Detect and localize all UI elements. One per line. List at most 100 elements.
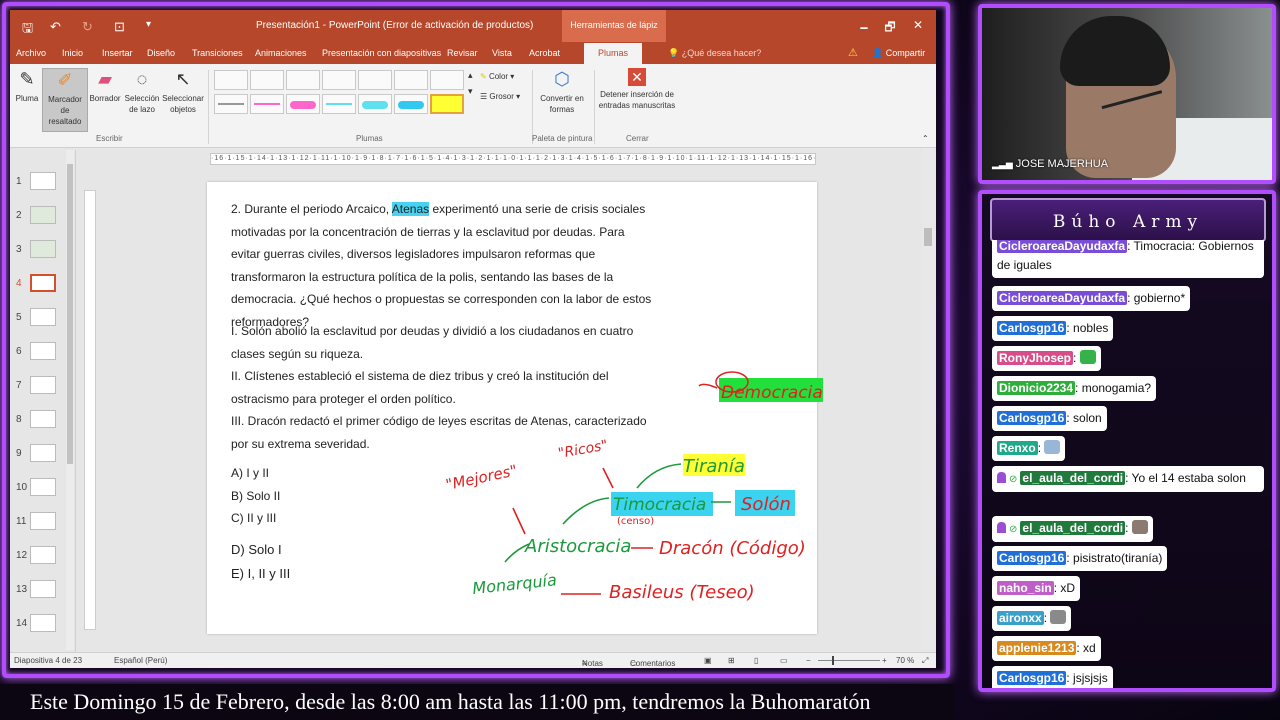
tab-animaciones[interactable]: Animaciones <box>255 48 307 58</box>
collapse-ribbon-icon[interactable]: ⌃ <box>922 134 929 143</box>
editor-scrollbar[interactable] <box>922 148 934 650</box>
pen-swatch[interactable] <box>358 70 392 90</box>
tab-presentacion[interactable]: Presentación con diapositivas <box>322 48 441 58</box>
scroll-thumb[interactable] <box>67 164 73 464</box>
share-button[interactable]: 👤 Compartir <box>872 48 925 59</box>
statement-item: I. Solón abolió la esclavitud por deudas… <box>231 324 634 361</box>
pen-swatch-selected[interactable] <box>430 94 464 114</box>
fit-slide-icon[interactable]: ⤢ <box>922 656 928 666</box>
warning-icon[interactable]: ⚠ <box>848 46 858 59</box>
slide-thumbnail[interactable]: 7 <box>16 376 70 400</box>
webcam-frame: ▂▃▅ JOSE MAJERHUA <box>978 4 1276 184</box>
chat-message: Dionicio2234: monogamia? <box>992 376 1157 401</box>
gallery-scroll-icon[interactable]: ▾ <box>468 86 473 97</box>
language-status[interactable]: Español (Perú) <box>114 656 167 665</box>
normal-view-icon[interactable]: ▣ <box>704 656 712 665</box>
slide-canvas[interactable]: 2. Durante el periodo Arcaico, Atenas ex… <box>207 182 817 634</box>
convert-shapes-button[interactable]: ⬡ Convertir en formas <box>538 68 586 132</box>
sorter-view-icon[interactable]: ⊞ <box>728 656 735 665</box>
lasso-icon: ◌ <box>136 69 148 89</box>
thumb-preview <box>30 512 56 530</box>
chat-text: : <box>1043 611 1051 625</box>
slide-thumbnail[interactable]: 3 <box>16 240 70 264</box>
pen-button[interactable]: ✎ Pluma <box>12 68 42 132</box>
tab-transiciones[interactable]: Transiciones <box>192 48 243 58</box>
slide-thumbnail[interactable]: 2 <box>16 206 70 230</box>
tab-plumas[interactable]: Plumas <box>584 43 643 64</box>
slide-thumbnail[interactable]: 5 <box>16 308 70 332</box>
pen-swatch[interactable] <box>250 94 284 114</box>
scroll-thumb[interactable] <box>924 228 932 246</box>
emote-icon <box>1050 610 1067 624</box>
pen-swatch[interactable] <box>430 70 464 90</box>
chat-text: : Yo el 14 estaba solon <box>1125 471 1246 485</box>
tab-revisar[interactable]: Revisar <box>447 48 478 58</box>
slideshow-view-icon[interactable]: ▭ <box>780 656 788 665</box>
save-icon[interactable]: 🖫 <box>22 19 33 41</box>
thickness-dropdown[interactable]: ☰ Grosor ▾ <box>480 92 520 101</box>
undo-icon[interactable]: ↶ <box>50 19 61 35</box>
gallery-scroll-icon[interactable]: ▴ <box>468 70 473 81</box>
highlighter-button[interactable]: ✐ Marcador de resaltado <box>42 68 88 132</box>
close-button[interactable]: ✕ <box>908 18 928 32</box>
redo-icon[interactable]: ↻ <box>82 19 93 35</box>
chat-text: : xd <box>1076 641 1096 655</box>
pen-swatch[interactable] <box>322 70 356 90</box>
pen-swatch[interactable] <box>214 94 248 114</box>
tab-archivo[interactable]: Archivo <box>16 48 46 58</box>
restore-button[interactable]: 🗗 <box>880 18 900 39</box>
slide-thumbnail[interactable]: 9 <box>16 444 70 468</box>
pens-group-label: Plumas <box>356 134 383 143</box>
zoom-out-icon[interactable]: − <box>806 656 811 665</box>
slide-thumbnail-active[interactable]: 4 <box>16 274 70 298</box>
slide-thumbnail[interactable]: 10 <box>16 478 70 502</box>
pen-swatch[interactable] <box>286 70 320 90</box>
thumbnails-scrollbar[interactable] <box>66 150 74 650</box>
select-objects-button[interactable]: ↖ Seleccionar objetos <box>162 68 204 132</box>
reading-view-icon[interactable]: ▯ <box>754 656 758 665</box>
chat-username: CicleroareaDayudaxfa <box>997 240 1128 253</box>
chat-message: Carlosgp16: solon <box>992 406 1107 431</box>
pen-swatch[interactable] <box>394 70 428 90</box>
minimize-button[interactable]: 🗕 <box>854 18 874 39</box>
chat-username: naho_sin <box>997 581 1054 595</box>
color-dropdown[interactable]: ✎ Color ▾ <box>480 72 514 81</box>
slide-thumbnail[interactable]: 12 <box>16 546 70 570</box>
tab-diseno[interactable]: Diseño <box>147 48 175 58</box>
present-icon[interactable]: ⊡ <box>114 19 125 35</box>
thumb-number: 14 <box>16 618 28 629</box>
slide-thumbnail[interactable]: 11 <box>16 512 70 536</box>
slide-thumbnail[interactable]: 14 <box>16 614 70 638</box>
pen-swatch[interactable] <box>322 94 356 114</box>
customize-qat-icon[interactable]: ▾ <box>146 19 151 30</box>
pen-swatch[interactable] <box>286 94 320 114</box>
pen-swatch[interactable] <box>358 94 392 114</box>
zoom-level[interactable]: 70 % <box>896 656 914 665</box>
tab-insertar[interactable]: Insertar <box>102 48 133 58</box>
chat-username: Carlosgp16 <box>997 671 1067 685</box>
slide-thumbnail[interactable]: 8 <box>16 410 70 434</box>
eraser-button[interactable]: ▰ Borrador <box>88 68 122 132</box>
chat-header: Búho Army <box>990 198 1266 242</box>
tab-inicio[interactable]: Inicio <box>62 48 83 58</box>
tab-acrobat[interactable]: Acrobat <box>529 48 560 58</box>
pen-swatch[interactable] <box>250 70 284 90</box>
lasso-button[interactable]: ◌ Selección de lazo <box>122 68 162 132</box>
pen-swatch[interactable] <box>214 70 248 90</box>
tell-me-search[interactable]: 💡 ¿Qué desea hacer? <box>668 48 761 59</box>
thumb-number: 5 <box>16 312 22 323</box>
stop-inking-button[interactable]: ✕ Detener inserción de entradas manuscri… <box>598 68 676 132</box>
slide-thumbnail[interactable]: 6 <box>16 342 70 366</box>
slide-thumbnail[interactable]: 13 <box>16 580 70 604</box>
pen-swatch[interactable] <box>394 94 428 114</box>
tab-vista[interactable]: Vista <box>492 48 512 58</box>
thumb-preview <box>30 308 56 326</box>
thumb-preview <box>30 546 56 564</box>
zoom-in-icon[interactable]: + <box>882 656 887 665</box>
slide-thumbnail[interactable]: 1 <box>16 172 70 196</box>
zoom-slider-thumb[interactable] <box>832 656 834 665</box>
chat-message: CicleroareaDayudaxfa: gobierno* <box>992 286 1191 311</box>
zoom-slider[interactable] <box>818 660 880 661</box>
group-separator <box>208 70 209 144</box>
convert-shapes-icon: ⬡ <box>554 69 570 89</box>
